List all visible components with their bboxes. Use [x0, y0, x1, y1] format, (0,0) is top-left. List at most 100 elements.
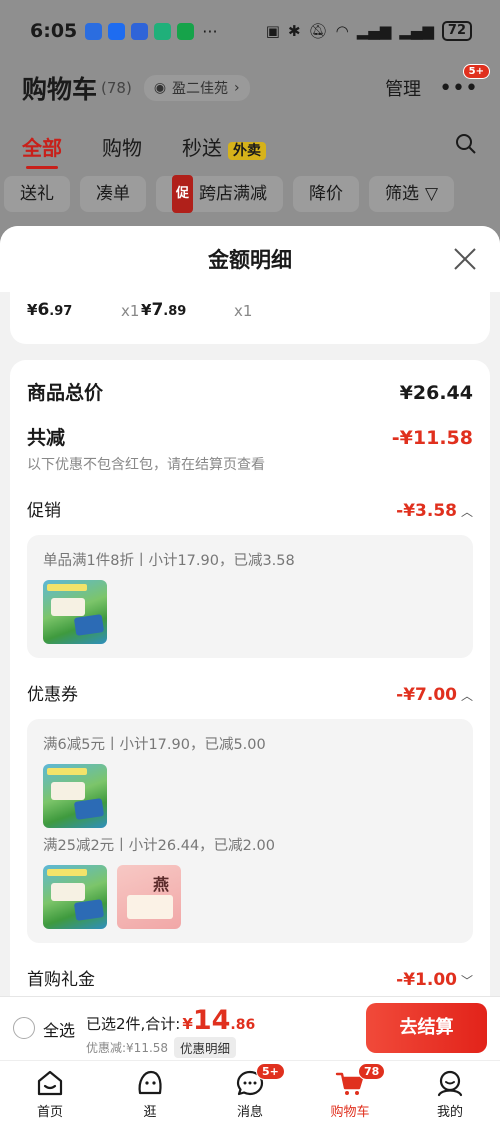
price-dec: .97: [49, 304, 73, 319]
more-notifications-icon: ···: [202, 21, 218, 41]
product-thumbnail-birdnest[interactable]: 燕窝: [117, 865, 181, 929]
chip-cross-store[interactable]: 促 跨店满减: [156, 175, 284, 213]
total-currency: ¥: [182, 1015, 193, 1033]
wifi-icon: ◠: [335, 22, 349, 40]
product-thumbnail-puzzle[interactable]: [43, 580, 107, 644]
first-gift-value: -¥1.00: [396, 970, 457, 990]
select-all-radio[interactable]: [13, 1017, 35, 1039]
status-bar: 6:05 ··· ▣ ✱ 🔕︎ ◠ ▂▄▆ ▂▄▆ 72: [30, 14, 472, 48]
product-qty-1: x1: [121, 302, 140, 320]
product-thumbnail-puzzle[interactable]: [43, 764, 107, 828]
page-title: 购物车: [22, 75, 98, 104]
close-icon[interactable]: [452, 246, 478, 272]
nav-mine[interactable]: 我的: [400, 1061, 500, 1129]
chip-price-drop[interactable]: 降价: [293, 176, 360, 212]
nav-cart[interactable]: 78 购物车: [300, 1061, 400, 1129]
chevron-up-icon: ︿: [460, 688, 473, 703]
nav-mine-label: 我的: [436, 1105, 463, 1120]
nav-home[interactable]: 首页: [0, 1061, 100, 1129]
promo-tag-icon: 促: [172, 175, 194, 213]
app-icon-blue: [85, 22, 103, 40]
chevron-down-icon: ﹀: [460, 973, 473, 988]
more-dots-icon: •••: [439, 75, 478, 101]
chip-filter-label: 筛选: [385, 184, 420, 204]
tencent-app-icon: [131, 22, 149, 40]
takeout-tag: 外卖: [228, 141, 266, 160]
status-time: 6:05: [30, 20, 78, 42]
green-app-icon: [177, 22, 195, 40]
coupon-thumbnails: 燕窝: [43, 855, 457, 929]
promo-row[interactable]: 促销 -¥3.58 ︿: [27, 496, 473, 521]
amount-breakdown-card: 商品总价 ¥26.44 共减 -¥11.58 以下优惠不包含红包，请在结算页查看…: [10, 360, 490, 996]
eye-icon: ◉: [153, 80, 167, 96]
tab-instant[interactable]: 秒送 外卖: [182, 132, 266, 161]
checkout-bar: 全选 已选2件,合计: ¥ 14 .86 优惠减:¥11.58 优惠明细 去结算: [0, 996, 500, 1060]
discount-text: 优惠减:¥11.58: [86, 1041, 169, 1055]
total-row: 商品总价 ¥26.44: [27, 378, 473, 405]
nav-browse[interactable]: 逛: [100, 1061, 200, 1129]
selected-text: 已选2件,合计:: [86, 1015, 181, 1033]
coupon-rule-1: 满6减5元丨小计17.90，已减5.00: [43, 737, 266, 753]
promo-value: -¥3.58: [396, 501, 457, 521]
product-price-2: ¥ 7 .89: [141, 300, 186, 320]
search-icon[interactable]: [454, 132, 478, 161]
coupon-detail-box: 满6减5元丨小计17.90，已减5.00 满25减2元丨小计26.44，已减2.…: [27, 719, 473, 943]
chip-cross-store-label: 跨店满减: [199, 184, 268, 204]
chevron-up-icon: ︿: [460, 504, 473, 519]
signal-icon-2: ▂▄▆: [399, 22, 434, 40]
product-qty-2: x1: [234, 302, 253, 320]
reduce-value: -¥11.58: [391, 427, 473, 449]
battery-icon: 72: [441, 21, 472, 41]
coupon-row[interactable]: 优惠券 -¥7.00 ︿: [27, 680, 473, 705]
coupon-value: -¥7.00: [396, 685, 457, 705]
cart-badge: 78: [358, 1063, 386, 1080]
mute-icon: 🔕︎: [308, 22, 328, 40]
reduce-label: 共减: [27, 427, 66, 449]
coupon-value-group: -¥7.00 ︿: [396, 685, 473, 705]
address-selector[interactable]: ◉ 盈二佳苑 ›: [143, 75, 250, 101]
sheet-title: 金额明细: [208, 248, 292, 272]
signal-icon: ▂▄▆: [356, 22, 392, 40]
chip-combine[interactable]: 凑单: [80, 176, 146, 212]
nfc-icon: ▣: [265, 22, 280, 40]
tab-all[interactable]: 全部: [22, 132, 62, 169]
more-button[interactable]: ••• 5+: [439, 63, 490, 101]
currency-symbol: ¥: [27, 301, 38, 319]
product-summary-card: ¥ 6 .97 x1 ¥ 7 .89 x1: [10, 292, 490, 344]
boss-app-icon: [154, 22, 172, 40]
coupon-rule-2: 满25减2元丨小计26.44，已减2.00: [43, 838, 275, 854]
browse-face-icon: [138, 1070, 162, 1095]
bottom-nav: 首页 逛 5+ 消息 78 购物车 我的: [0, 1060, 500, 1129]
chip-filter[interactable]: 筛选 ▽: [369, 176, 455, 212]
sheet-scroll-area[interactable]: ¥ 6 .97 x1 ¥ 7 .89 x1 商品总价 ¥26.44 共减 -¥1…: [0, 292, 500, 996]
more-badge: 5+: [462, 63, 490, 79]
coupon-label: 优惠券: [27, 685, 78, 705]
total-amount-dec: .86: [230, 1017, 256, 1033]
sheet-header: 金额明细: [0, 226, 500, 292]
tab-shopping[interactable]: 购物: [102, 132, 142, 161]
nav-messages-label: 消息: [236, 1105, 263, 1120]
nav-messages[interactable]: 5+ 消息: [200, 1061, 300, 1129]
select-all-label[interactable]: 全选: [43, 1017, 75, 1041]
location-app-icon: [108, 22, 126, 40]
discount-detail-button[interactable]: 优惠明细: [174, 1037, 237, 1058]
manage-button[interactable]: 管理: [385, 75, 421, 101]
checkout-button[interactable]: 去结算: [366, 1003, 487, 1053]
cart-tabs: 全部 购物 秒送 外卖: [22, 128, 478, 169]
first-gift-value-group: -¥1.00 ﹀: [396, 970, 473, 990]
address-label: 盈二佳苑: [172, 81, 229, 97]
chip-gift[interactable]: 送礼: [4, 176, 70, 212]
discount-summary: 优惠减:¥11.58 优惠明细: [86, 1037, 237, 1058]
nav-cart-label: 购物车: [330, 1105, 370, 1120]
first-gift-row[interactable]: 首购礼金 -¥1.00 ﹀: [27, 965, 473, 990]
product-thumbnail-puzzle[interactable]: [43, 865, 107, 929]
promo-detail-box: 单品满1件8折丨小计17.90，已减3.58: [27, 535, 473, 658]
price-int: 7: [151, 300, 164, 320]
status-icons: ▣ ✱ 🔕︎ ◠ ▂▄▆ ▂▄▆ 72: [266, 21, 472, 41]
first-gift-label: 首购礼金: [27, 970, 95, 990]
messages-badge: 5+: [256, 1063, 285, 1080]
nav-home-label: 首页: [36, 1105, 63, 1120]
cart-header: 购物车 (78) ◉ 盈二佳苑 › 管理 ••• 5+: [22, 63, 490, 108]
bluetooth-icon: ✱: [287, 22, 301, 40]
cart-count: (78): [101, 79, 132, 97]
